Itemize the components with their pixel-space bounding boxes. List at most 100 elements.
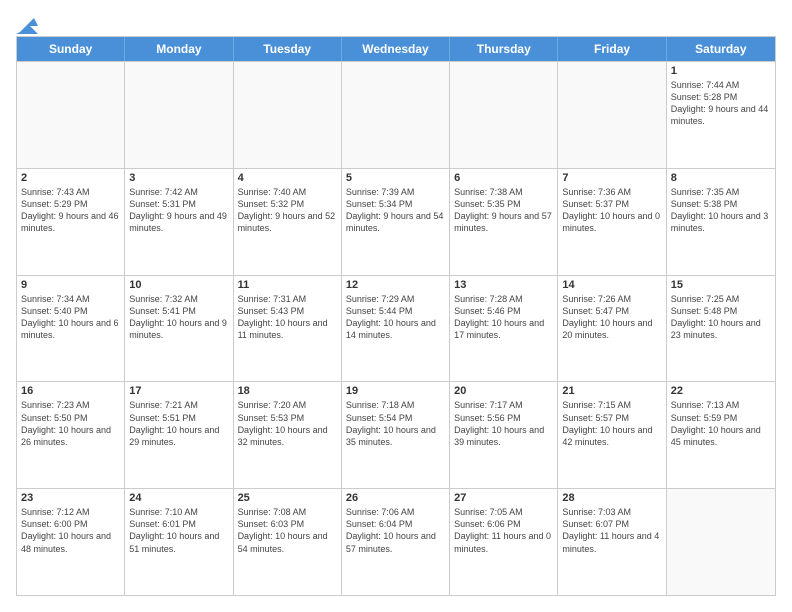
calendar: SundayMondayTuesdayWednesdayThursdayFrid… <box>16 36 776 596</box>
calendar-cell: 3 Sunrise: 7:42 AM Sunset: 5:31 PM Daylig… <box>125 169 233 275</box>
calendar-cell: 16 Sunrise: 7:23 AM Sunset: 5:50 PM Dayli… <box>17 382 125 488</box>
day-number: 4 <box>238 172 337 184</box>
calendar-cell: 20 Sunrise: 7:17 AM Sunset: 5:56 PM Dayli… <box>450 382 558 488</box>
day-info: Sunrise: 7:25 AM Sunset: 5:48 PM Dayligh… <box>671 293 771 342</box>
calendar-cell <box>234 62 342 168</box>
day-number: 26 <box>346 492 445 504</box>
logo <box>16 16 38 28</box>
logo-icon <box>16 16 38 34</box>
day-info: Sunrise: 7:05 AM Sunset: 6:06 PM Dayligh… <box>454 506 553 555</box>
calendar-cell: 25 Sunrise: 7:08 AM Sunset: 6:03 PM Dayli… <box>234 489 342 595</box>
calendar-cell <box>558 62 666 168</box>
day-info: Sunrise: 7:28 AM Sunset: 5:46 PM Dayligh… <box>454 293 553 342</box>
calendar-cell: 17Sunrise: 7:21 AM Sunset: 5:51 PM Dayli… <box>125 382 233 488</box>
calendar-cell: 11Sunrise: 7:31 AM Sunset: 5:43 PM Dayli… <box>234 276 342 382</box>
calendar-cell: 4 Sunrise: 7:40 AM Sunset: 5:32 PM Daylig… <box>234 169 342 275</box>
header <box>16 16 776 28</box>
calendar-row-1: 2 Sunrise: 7:43 AM Sunset: 5:29 PM Daylig… <box>17 168 775 275</box>
calendar-cell: 26 Sunrise: 7:06 AM Sunset: 6:04 PM Dayli… <box>342 489 450 595</box>
calendar-cell: 19 Sunrise: 7:18 AM Sunset: 5:54 PM Dayli… <box>342 382 450 488</box>
calendar-cell: 27 Sunrise: 7:05 AM Sunset: 6:06 PM Dayli… <box>450 489 558 595</box>
calendar-cell: 6 Sunrise: 7:38 AM Sunset: 5:35 PM Daylig… <box>450 169 558 275</box>
day-info: Sunrise: 7:21 AM Sunset: 5:51 PM Dayligh… <box>129 399 228 448</box>
day-info: Sunrise: 7:29 AM Sunset: 5:44 PM Dayligh… <box>346 293 445 342</box>
day-info: Sunrise: 7:06 AM Sunset: 6:04 PM Dayligh… <box>346 506 445 555</box>
calendar-cell: 24 Sunrise: 7:10 AM Sunset: 6:01 PM Dayli… <box>125 489 233 595</box>
calendar-cell: 14 Sunrise: 7:26 AM Sunset: 5:47 PM Dayli… <box>558 276 666 382</box>
day-info: Sunrise: 7:32 AM Sunset: 5:41 PM Dayligh… <box>129 293 228 342</box>
header-day-thursday: Thursday <box>450 37 558 61</box>
day-info: Sunrise: 7:03 AM Sunset: 6:07 PM Dayligh… <box>562 506 661 555</box>
day-info: Sunrise: 7:08 AM Sunset: 6:03 PM Dayligh… <box>238 506 337 555</box>
header-day-tuesday: Tuesday <box>234 37 342 61</box>
calendar-cell: 9 Sunrise: 7:34 AM Sunset: 5:40 PM Daylig… <box>17 276 125 382</box>
day-info: Sunrise: 7:20 AM Sunset: 5:53 PM Dayligh… <box>238 399 337 448</box>
day-info: Sunrise: 7:31 AM Sunset: 5:43 PM Dayligh… <box>238 293 337 342</box>
calendar-row-3: 16 Sunrise: 7:23 AM Sunset: 5:50 PM Dayli… <box>17 381 775 488</box>
calendar-cell: 2 Sunrise: 7:43 AM Sunset: 5:29 PM Daylig… <box>17 169 125 275</box>
calendar-cell <box>17 62 125 168</box>
day-number: 18 <box>238 385 337 397</box>
calendar-cell: 22Sunrise: 7:13 AM Sunset: 5:59 PM Dayli… <box>667 382 775 488</box>
day-info: Sunrise: 7:44 AM Sunset: 5:28 PM Dayligh… <box>671 79 771 128</box>
day-info: Sunrise: 7:26 AM Sunset: 5:47 PM Dayligh… <box>562 293 661 342</box>
day-info: Sunrise: 7:23 AM Sunset: 5:50 PM Dayligh… <box>21 399 120 448</box>
day-number: 14 <box>562 279 661 291</box>
day-info: Sunrise: 7:17 AM Sunset: 5:56 PM Dayligh… <box>454 399 553 448</box>
calendar-cell: 8 Sunrise: 7:35 AM Sunset: 5:38 PM Daylig… <box>667 169 775 275</box>
day-info: Sunrise: 7:35 AM Sunset: 5:38 PM Dayligh… <box>671 186 771 235</box>
header-day-monday: Monday <box>125 37 233 61</box>
day-info: Sunrise: 7:18 AM Sunset: 5:54 PM Dayligh… <box>346 399 445 448</box>
calendar-row-4: 23 Sunrise: 7:12 AM Sunset: 6:00 PM Dayli… <box>17 488 775 595</box>
calendar-row-2: 9 Sunrise: 7:34 AM Sunset: 5:40 PM Daylig… <box>17 275 775 382</box>
calendar-row-0: 1 Sunrise: 7:44 AM Sunset: 5:28 PM Daylig… <box>17 61 775 168</box>
day-info: Sunrise: 7:10 AM Sunset: 6:01 PM Dayligh… <box>129 506 228 555</box>
header-day-friday: Friday <box>558 37 666 61</box>
calendar-body: 1 Sunrise: 7:44 AM Sunset: 5:28 PM Daylig… <box>17 61 775 595</box>
day-number: 20 <box>454 385 553 397</box>
calendar-cell: 28 Sunrise: 7:03 AM Sunset: 6:07 PM Dayli… <box>558 489 666 595</box>
day-number: 13 <box>454 279 553 291</box>
day-number: 3 <box>129 172 228 184</box>
day-number: 25 <box>238 492 337 504</box>
day-info: Sunrise: 7:42 AM Sunset: 5:31 PM Dayligh… <box>129 186 228 235</box>
calendar-cell <box>450 62 558 168</box>
day-number: 27 <box>454 492 553 504</box>
day-info: Sunrise: 7:38 AM Sunset: 5:35 PM Dayligh… <box>454 186 553 235</box>
calendar-cell: 10 Sunrise: 7:32 AM Sunset: 5:41 PM Dayli… <box>125 276 233 382</box>
day-number: 23 <box>21 492 120 504</box>
day-number: 15 <box>671 279 771 291</box>
day-info: Sunrise: 7:36 AM Sunset: 5:37 PM Dayligh… <box>562 186 661 235</box>
day-number: 6 <box>454 172 553 184</box>
calendar-cell: 1 Sunrise: 7:44 AM Sunset: 5:28 PM Daylig… <box>667 62 775 168</box>
day-number: 8 <box>671 172 771 184</box>
calendar-cell: 7 Sunrise: 7:36 AM Sunset: 5:37 PM Daylig… <box>558 169 666 275</box>
day-info: Sunrise: 7:34 AM Sunset: 5:40 PM Dayligh… <box>21 293 120 342</box>
calendar-cell: 12 Sunrise: 7:29 AM Sunset: 5:44 PM Dayli… <box>342 276 450 382</box>
day-info: Sunrise: 7:39 AM Sunset: 5:34 PM Dayligh… <box>346 186 445 235</box>
header-day-saturday: Saturday <box>667 37 775 61</box>
day-number: 19 <box>346 385 445 397</box>
day-number: 16 <box>21 385 120 397</box>
day-number: 28 <box>562 492 661 504</box>
day-number: 12 <box>346 279 445 291</box>
calendar-header: SundayMondayTuesdayWednesdayThursdayFrid… <box>17 37 775 61</box>
day-number: 1 <box>671 65 771 77</box>
calendar-cell: 23 Sunrise: 7:12 AM Sunset: 6:00 PM Dayli… <box>17 489 125 595</box>
page: SundayMondayTuesdayWednesdayThursdayFrid… <box>0 0 792 612</box>
calendar-cell: 18 Sunrise: 7:20 AM Sunset: 5:53 PM Dayli… <box>234 382 342 488</box>
day-number: 2 <box>21 172 120 184</box>
day-info: Sunrise: 7:12 AM Sunset: 6:00 PM Dayligh… <box>21 506 120 555</box>
day-number: 10 <box>129 279 228 291</box>
calendar-cell <box>125 62 233 168</box>
calendar-cell: 5 Sunrise: 7:39 AM Sunset: 5:34 PM Daylig… <box>342 169 450 275</box>
day-number: 7 <box>562 172 661 184</box>
day-number: 9 <box>21 279 120 291</box>
calendar-cell: 21Sunrise: 7:15 AM Sunset: 5:57 PM Dayli… <box>558 382 666 488</box>
header-day-sunday: Sunday <box>17 37 125 61</box>
calendar-cell: 13 Sunrise: 7:28 AM Sunset: 5:46 PM Dayli… <box>450 276 558 382</box>
day-info: Sunrise: 7:40 AM Sunset: 5:32 PM Dayligh… <box>238 186 337 235</box>
day-info: Sunrise: 7:43 AM Sunset: 5:29 PM Dayligh… <box>21 186 120 235</box>
day-number: 5 <box>346 172 445 184</box>
day-number: 24 <box>129 492 228 504</box>
